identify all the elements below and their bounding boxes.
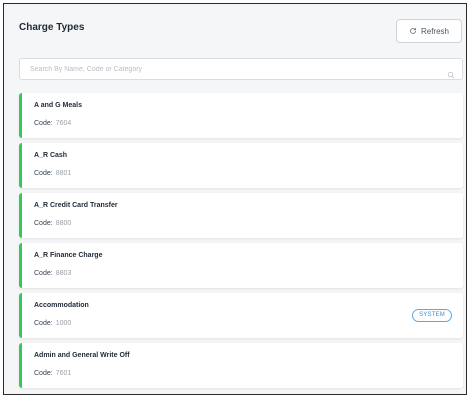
system-badge: SYSTEM <box>412 309 452 322</box>
code-label: Code: <box>34 270 53 277</box>
code-value: 7601 <box>55 370 72 377</box>
code-label: Code: <box>34 120 53 127</box>
charge-type-name: Accommodation <box>34 302 89 309</box>
charge-type-code: Code: 7601 <box>34 370 71 377</box>
search-box <box>19 58 463 80</box>
charge-type-code: Code: 8801 <box>34 170 71 177</box>
code-label: Code: <box>34 170 53 177</box>
charge-type-card[interactable]: Accommodation Code: 1000 SYSTEM <box>19 293 463 338</box>
charge-type-name: A and G Meals <box>34 102 82 109</box>
search-input[interactable] <box>20 59 462 79</box>
search-icon[interactable] <box>447 66 455 84</box>
charge-type-code: Code: 7604 <box>34 120 71 127</box>
panel-header: Charge Types Refresh <box>4 4 466 56</box>
refresh-icon <box>409 27 417 35</box>
charge-type-code: Code: 8800 <box>34 220 71 227</box>
code-value: 1000 <box>55 320 72 327</box>
charge-types-panel: Charge Types Refresh A and G Meals Code:… <box>3 3 467 395</box>
code-value: 8801 <box>55 170 72 177</box>
charge-type-code: Code: 8803 <box>34 270 71 277</box>
charge-type-name: A_R Finance Charge <box>34 252 103 259</box>
refresh-label: Refresh <box>420 26 449 36</box>
charge-type-card[interactable]: A and G Meals Code: 7604 <box>19 93 463 138</box>
charge-type-name: A_R Credit Card Transfer <box>34 202 118 209</box>
charge-type-name: A_R Cash <box>34 152 68 159</box>
code-label: Code: <box>34 220 53 227</box>
charge-type-card[interactable]: A_R Credit Card Transfer Code: 8800 <box>19 193 463 238</box>
charge-type-list: A and G Meals Code: 7604 A_R Cash Code: 88… <box>19 93 463 393</box>
charge-type-card[interactable]: A_R Cash Code: 8801 <box>19 143 463 188</box>
code-value: 8800 <box>55 220 72 227</box>
code-label: Code: <box>34 320 53 327</box>
charge-type-card[interactable]: Admin and General Write Off Code: 7601 <box>19 343 463 388</box>
code-label: Code: <box>34 370 53 377</box>
page-title: Charge Types <box>19 22 85 33</box>
charge-type-card[interactable]: A_R Finance Charge Code: 8803 <box>19 243 463 288</box>
charge-type-name: Admin and General Write Off <box>34 352 130 359</box>
charge-type-code: Code: 1000 <box>34 320 71 327</box>
refresh-button[interactable]: Refresh <box>396 19 462 43</box>
code-value: 7604 <box>55 120 72 127</box>
code-value: 8803 <box>55 270 72 277</box>
